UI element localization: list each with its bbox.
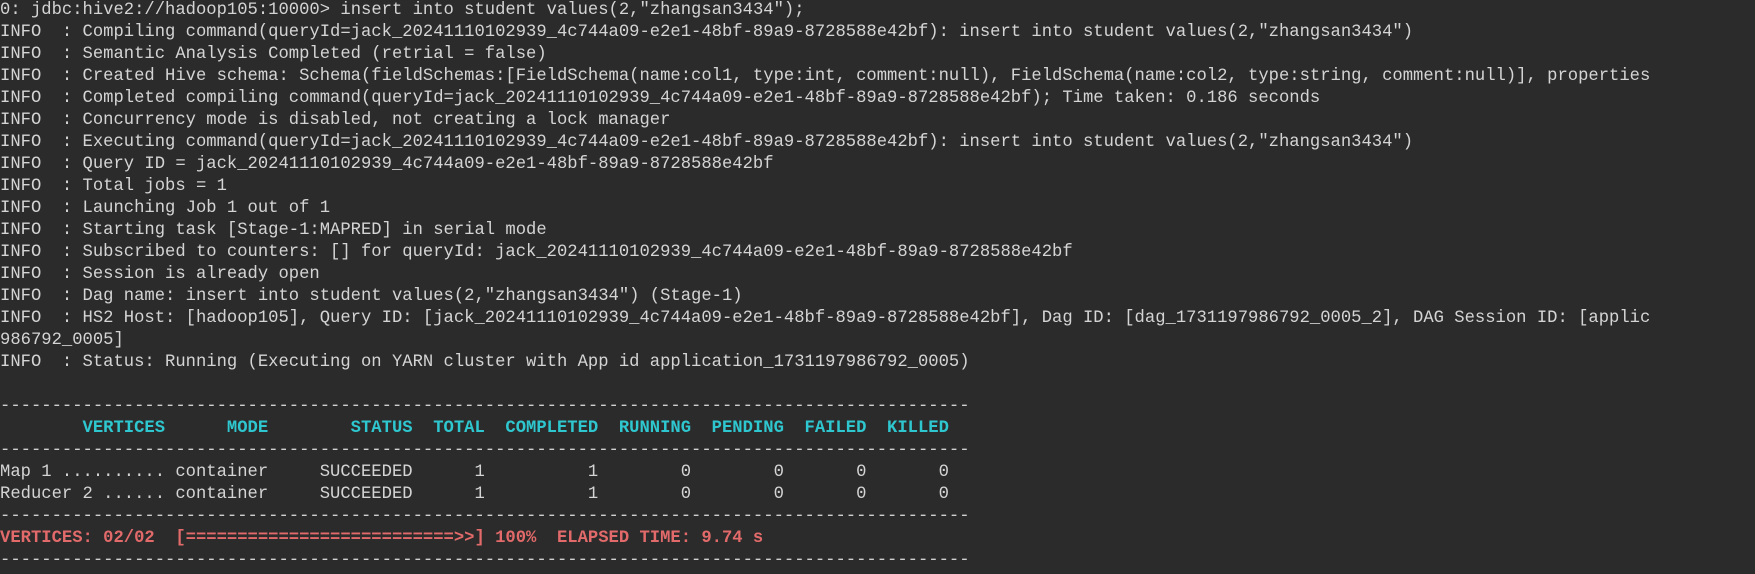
log-line: INFO : Subscribed to counters: [] for qu… xyxy=(0,243,1073,262)
vertex-row-reducer-2: Reducer 2 ...... container SUCCEEDED 1 1… xyxy=(0,485,949,504)
vertex-row-map-1: Map 1 .......... container SUCCEEDED 1 1… xyxy=(0,463,949,482)
terminal-window[interactable]: 0: jdbc:hive2://hadoop105:10000> insert … xyxy=(0,0,1755,574)
separator-line: ----------------------------------------… xyxy=(0,551,970,570)
shell-prompt: 0: jdbc:hive2://hadoop105:10000> xyxy=(0,1,341,20)
log-line: INFO : HS2 Host: [hadoop105], Query ID: … xyxy=(0,309,1651,328)
log-line: INFO : Query ID = jack_20241110102939_4c… xyxy=(0,155,774,174)
log-line: INFO : Semantic Analysis Completed (retr… xyxy=(0,45,547,64)
separator-line: ----------------------------------------… xyxy=(0,441,970,460)
log-line: INFO : Dag name: insert into student val… xyxy=(0,287,743,306)
log-line: INFO : Total jobs = 1 xyxy=(0,177,227,196)
log-line: INFO : Compiling command(queryId=jack_20… xyxy=(0,23,1414,42)
log-line: INFO : Status: Running (Executing on YAR… xyxy=(0,353,970,372)
log-line: INFO : Executing command(queryId=jack_20… xyxy=(0,133,1414,152)
separator-line: ----------------------------------------… xyxy=(0,507,970,526)
log-line: INFO : Starting task [Stage-1:MAPRED] in… xyxy=(0,221,547,240)
log-line: INFO : Created Hive schema: Schema(field… xyxy=(0,67,1651,86)
progress-summary: VERTICES: 02/02 [=======================… xyxy=(0,529,764,548)
log-line: INFO : Concurrency mode is disabled, not… xyxy=(0,111,671,130)
command-text: insert into student values(2,"zhangsan34… xyxy=(340,1,805,20)
vertices-table-header: VERTICES MODE STATUS TOTAL COMPLETED RUN… xyxy=(0,419,949,438)
log-line: 986792_0005] xyxy=(0,331,124,350)
log-line: INFO : Launching Job 1 out of 1 xyxy=(0,199,331,218)
log-line: INFO : Session is already open xyxy=(0,265,320,284)
separator-line: ----------------------------------------… xyxy=(0,397,970,416)
log-line: INFO : Completed compiling command(query… xyxy=(0,89,1321,108)
command-line: 0: jdbc:hive2://hadoop105:10000> insert … xyxy=(0,0,1755,22)
